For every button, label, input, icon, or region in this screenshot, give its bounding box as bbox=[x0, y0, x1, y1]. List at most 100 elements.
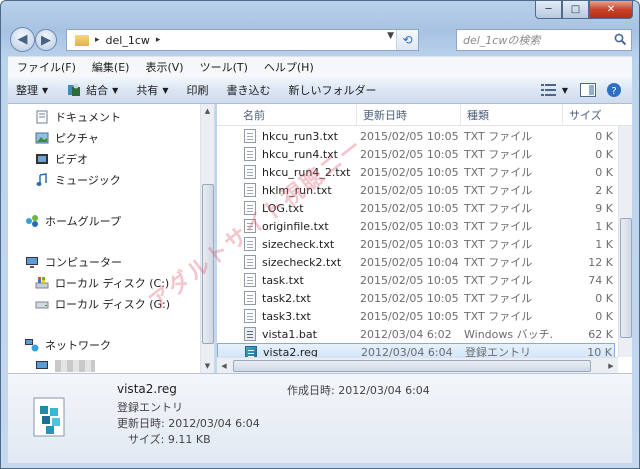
file-date: 2015/02/05 10:05 bbox=[360, 201, 459, 215]
file-date: 2015/02/05 10:05 bbox=[360, 183, 459, 197]
txt-file-icon bbox=[244, 201, 256, 215]
combine-label: 結合 bbox=[86, 84, 109, 97]
nav-videos[interactable]: ビデオ bbox=[35, 149, 88, 168]
file-row[interactable]: vista1.bat 2012/03/04 6:02 Windows バッチ... 6… bbox=[217, 325, 615, 343]
file-type: TXT ファイル bbox=[464, 148, 533, 161]
file-row[interactable]: task.txt 2015/02/05 10:05 TXT ファイル 74 K bbox=[217, 271, 615, 289]
nav-homegroup[interactable]: ホームグループ bbox=[25, 211, 121, 230]
menu-edit[interactable]: 編集(E) bbox=[92, 59, 130, 75]
nav-scrollbar[interactable]: ▲ ▼ bbox=[200, 104, 214, 373]
minimize-button[interactable]: ─ bbox=[535, 1, 562, 19]
menu-file[interactable]: ファイル(F) bbox=[17, 59, 76, 75]
file-row[interactable]: task3.txt 2015/02/05 10:05 TXT ファイル 0 K bbox=[217, 307, 615, 325]
nav-drive-g[interactable]: ローカル ディスク (G:) bbox=[35, 294, 170, 313]
file-list-vertical-scrollbar[interactable] bbox=[618, 126, 632, 357]
breadcrumb-separator[interactable]: ▸ bbox=[156, 35, 161, 45]
file-size: 1 K bbox=[595, 219, 613, 233]
file-name: LOG.txt bbox=[262, 201, 304, 215]
computer-icon bbox=[36, 360, 48, 369]
file-size: 1 K bbox=[595, 237, 613, 251]
file-size: 74 K bbox=[588, 273, 613, 287]
share-button[interactable]: 共有 ▼ bbox=[136, 82, 168, 98]
address-row: ◀ ▶ ▸ del_1cw ▸ ▼ ⟲ del_1cwの検索 bbox=[7, 25, 633, 55]
computer-icon bbox=[26, 256, 38, 268]
print-button[interactable]: 印刷 bbox=[186, 82, 208, 98]
column-date[interactable]: 更新日時 bbox=[357, 104, 461, 126]
nav-network[interactable]: ネットワーク bbox=[25, 335, 111, 354]
search-input[interactable]: del_1cwの検索 bbox=[456, 29, 632, 51]
file-row[interactable]: hklm_run.txt 2015/02/05 10:05 TXT ファイル 2 K bbox=[217, 181, 615, 199]
file-row[interactable]: task2.txt 2015/02/05 10:05 TXT ファイル 0 K bbox=[217, 289, 615, 307]
folder-icon bbox=[75, 34, 89, 46]
column-type[interactable]: 種類 bbox=[461, 104, 563, 126]
scroll-down-arrow-icon[interactable]: ▼ bbox=[201, 359, 214, 373]
file-name: task.txt bbox=[262, 273, 304, 287]
file-row[interactable]: hkcu_run3.txt 2015/02/05 10:05 TXT ファイル 0 K bbox=[217, 127, 615, 145]
breadcrumb-separator[interactable]: ▸ bbox=[95, 35, 100, 45]
burn-button[interactable]: 書き込む bbox=[226, 82, 270, 98]
file-date: 2015/02/05 10:05 bbox=[360, 273, 459, 287]
menu-tools[interactable]: ツール(T) bbox=[200, 59, 248, 75]
nav-pictures-label: ピクチャ bbox=[55, 131, 99, 145]
maximize-button[interactable]: □ bbox=[562, 1, 589, 19]
address-dropdown-icon[interactable]: ▼ bbox=[387, 31, 394, 41]
organize-button[interactable]: 整理 ▼ bbox=[16, 82, 48, 98]
nav-music[interactable]: ミュージック bbox=[35, 170, 121, 189]
file-date: 2015/02/05 10:03 bbox=[360, 219, 459, 233]
column-type-label: 種類 bbox=[467, 109, 489, 122]
file-list-horizontal-scrollbar[interactable]: ◀ ▶ bbox=[217, 357, 618, 373]
nav-drive-c[interactable]: ローカル ディスク (C:) bbox=[35, 273, 169, 292]
help-icon[interactable]: ? bbox=[606, 82, 622, 98]
combine-button[interactable]: 結合 ▼ bbox=[66, 82, 118, 98]
view-controls: ▼ ? bbox=[540, 82, 622, 98]
view-dropdown-icon[interactable]: ▼ bbox=[562, 86, 568, 95]
nav-computer[interactable]: コンピューター bbox=[25, 252, 122, 271]
preview-pane-icon[interactable] bbox=[580, 83, 596, 97]
forward-arrow-icon: ▶ bbox=[41, 32, 51, 48]
file-date: 2015/02/05 10:05 bbox=[360, 291, 459, 305]
network-icon bbox=[25, 338, 39, 351]
file-date: 2015/02/05 10:04 bbox=[360, 255, 459, 269]
chevron-down-icon: ▼ bbox=[112, 85, 119, 95]
back-button[interactable]: ◀ bbox=[10, 27, 35, 52]
file-row[interactable]: hkcu_run4_2.txt 2015/02/05 10:05 TXT ファイル 0… bbox=[217, 163, 615, 181]
refresh-button[interactable]: ⟲ bbox=[396, 30, 418, 50]
command-bar: 整理 ▼ 結合 ▼ 共有 ▼ 印刷 書き込む 新しいフォルダー ▼ ? bbox=[8, 77, 632, 104]
nav-pictures[interactable]: ピクチャ bbox=[35, 128, 99, 147]
file-row[interactable]: sizecheck2.txt 2015/02/05 10:04 TXT ファイル 12… bbox=[217, 253, 615, 271]
file-type: TXT ファイル bbox=[464, 166, 533, 179]
menu-help[interactable]: ヘルプ(H) bbox=[264, 59, 314, 75]
column-size[interactable]: サイズ bbox=[563, 104, 632, 126]
nav-scroll-thumb[interactable] bbox=[202, 184, 214, 344]
scroll-right-arrow-icon[interactable]: ▶ bbox=[604, 358, 618, 373]
horizontal-scroll-thumb[interactable] bbox=[233, 360, 591, 372]
vertical-scroll-thumb[interactable] bbox=[620, 218, 632, 338]
breadcrumb-del-1cw[interactable]: del_1cw bbox=[106, 34, 150, 47]
file-type: TXT ファイル bbox=[464, 202, 533, 215]
scroll-left-arrow-icon[interactable]: ◀ bbox=[217, 358, 231, 373]
view-options-icon[interactable] bbox=[540, 83, 557, 97]
forward-button[interactable]: ▶ bbox=[35, 29, 57, 51]
file-size: 0 K bbox=[595, 165, 613, 179]
file-row[interactable]: sizecheck.txt 2015/02/05 10:03 TXT ファイル 1 K bbox=[217, 235, 615, 253]
close-button[interactable]: ✕ bbox=[589, 1, 633, 19]
nav-documents[interactable]: ドキュメント bbox=[35, 107, 121, 126]
file-row[interactable]: hkcu_run4.txt 2015/02/05 10:05 TXT ファイル 0 K bbox=[217, 145, 615, 163]
search-icon[interactable] bbox=[614, 33, 627, 46]
detail-created: 作成日時: 2012/03/04 6:04 bbox=[287, 384, 430, 397]
txt-file-icon bbox=[244, 309, 256, 323]
scroll-up-arrow-icon[interactable]: ▲ bbox=[201, 104, 214, 118]
detail-filetype: 登録エントリ bbox=[117, 401, 183, 414]
file-size: 62 K bbox=[588, 327, 613, 341]
file-type: TXT ファイル bbox=[464, 274, 533, 287]
address-bar[interactable]: ▸ del_1cw ▸ ▼ ⟲ bbox=[66, 29, 419, 51]
nav-computer-label: コンピューター bbox=[45, 255, 122, 269]
new-folder-button[interactable]: 新しいフォルダー bbox=[288, 82, 376, 98]
file-row[interactable]: LOG.txt 2015/02/05 10:05 TXT ファイル 9 K bbox=[217, 199, 615, 217]
search-placeholder: del_1cwの検索 bbox=[463, 34, 541, 47]
menu-view[interactable]: 表示(V) bbox=[145, 59, 183, 75]
file-size: 2 K bbox=[595, 183, 613, 197]
file-row[interactable]: originfile.txt 2015/02/05 10:03 TXT ファイル 1 … bbox=[217, 217, 615, 235]
svg-text:?: ? bbox=[611, 86, 616, 97]
column-name[interactable]: 名前 bbox=[237, 104, 357, 126]
